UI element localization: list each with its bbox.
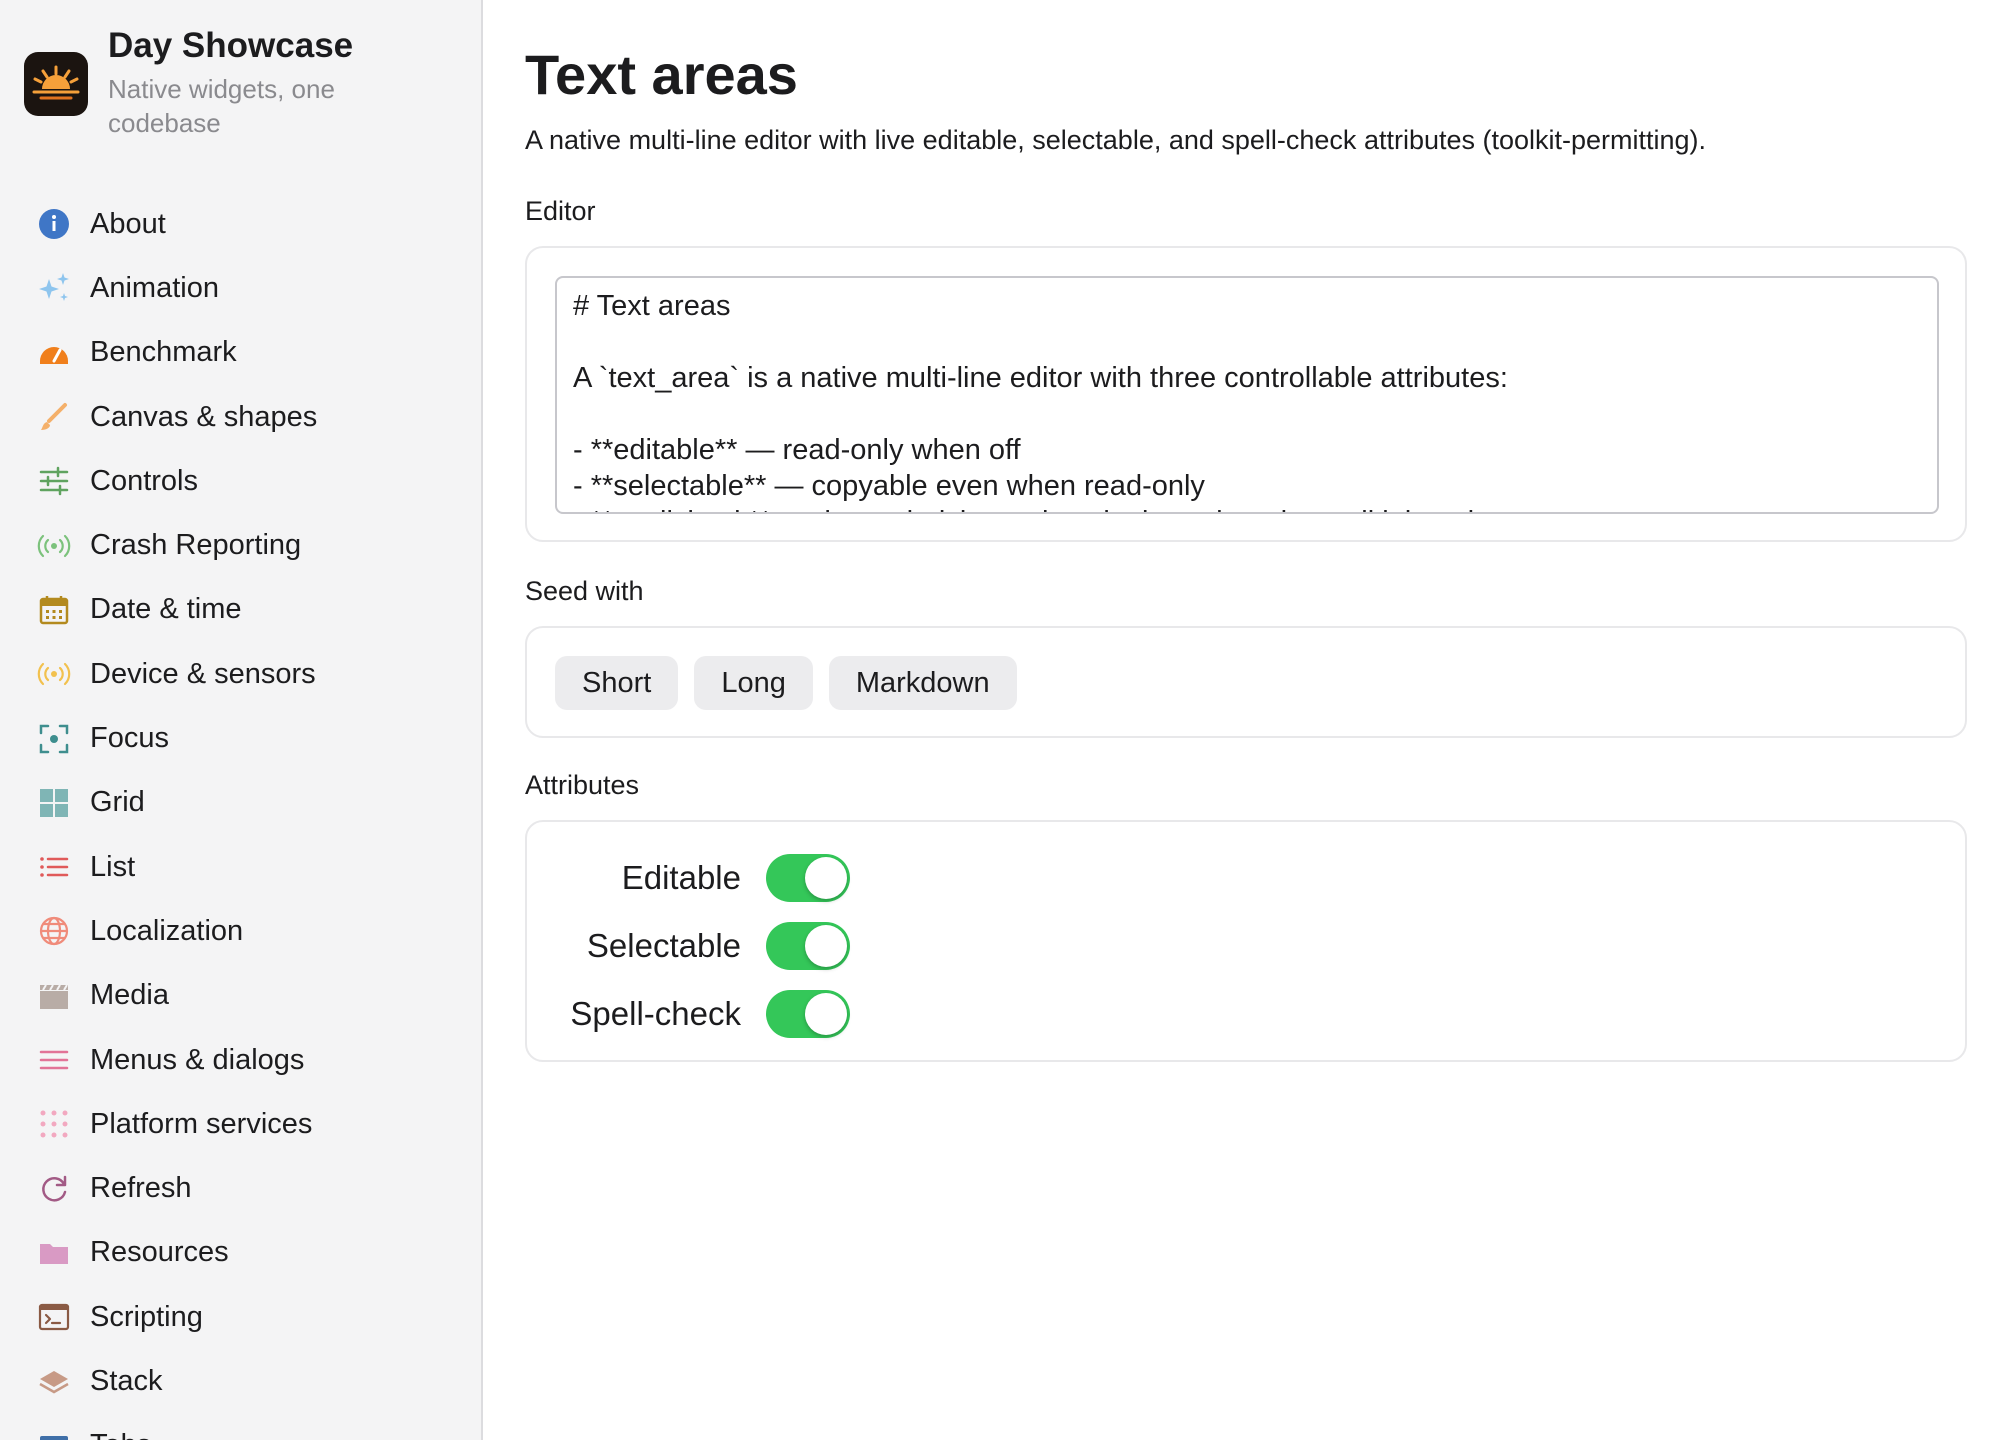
- sidebar-item-localization[interactable]: Localization: [0, 899, 481, 963]
- editor-section-label: Editor: [525, 196, 596, 226]
- seed-markdown-button[interactable]: Markdown: [828, 656, 1017, 710]
- sidebar-item-refresh[interactable]: Refresh: [0, 1156, 481, 1220]
- seed-button-group: Short Long Markdown: [555, 656, 1017, 710]
- main-content: Text areas A native multi-line editor wi…: [483, 0, 2000, 1440]
- attribute-row-editable: Editable: [527, 844, 850, 912]
- stack-icon: [36, 1363, 72, 1399]
- sidebar-item-label: Refresh: [90, 1172, 192, 1205]
- sidebar-item-grid[interactable]: Grid: [0, 771, 481, 835]
- attribute-row-spell-check: Spell-check: [527, 980, 850, 1048]
- grid-icon: [36, 785, 72, 821]
- focus-icon: [36, 721, 72, 757]
- sliders-icon: [36, 463, 72, 499]
- sidebar-item-label: Menus & dialogs: [90, 1043, 305, 1076]
- seed-card: Short Long Markdown: [525, 626, 1967, 738]
- sidebar-item-crash-reporting[interactable]: Crash Reporting: [0, 513, 481, 577]
- spell-check-toggle[interactable]: [766, 990, 850, 1038]
- sidebar-item-label: Date & time: [90, 593, 242, 626]
- broadcast-icon: [36, 656, 72, 692]
- selectable-label: Selectable: [586, 927, 741, 964]
- dots-grid-icon: [36, 1106, 72, 1142]
- list-icon: [36, 849, 72, 885]
- seed-long-button[interactable]: Long: [694, 656, 813, 710]
- sidebar-item-label: Tabs: [90, 1429, 151, 1440]
- sidebar-item-stack[interactable]: Stack: [0, 1349, 481, 1413]
- refresh-icon: [36, 1171, 72, 1207]
- sidebar-item-label: Scripting: [90, 1300, 203, 1333]
- seed-section-label: Seed with: [525, 576, 644, 606]
- editor-card: # Text areas A `text_area` is a native m…: [525, 246, 1967, 542]
- editable-toggle[interactable]: [766, 854, 850, 902]
- sidebar-item-focus[interactable]: Focus: [0, 706, 481, 770]
- sidebar: Day Showcase Native widgets, one codebas…: [0, 0, 483, 1440]
- sunrise-icon: [24, 52, 88, 116]
- sidebar-item-label: Media: [90, 979, 169, 1012]
- sidebar-item-label: Grid: [90, 786, 145, 819]
- seed-short-button[interactable]: Short: [555, 656, 679, 710]
- sidebar-item-menus-dialogs[interactable]: Menus & dialogs: [0, 1028, 481, 1092]
- app-brand: Day Showcase Native widgets, one codebas…: [24, 24, 408, 140]
- toggle-knob: [805, 925, 847, 967]
- page-description: A native multi-line editor with live edi…: [525, 125, 1707, 155]
- app-title: Day Showcase: [108, 26, 354, 65]
- sidebar-item-label: Crash Reporting: [90, 529, 302, 562]
- terminal-icon: [36, 1299, 72, 1335]
- sidebar-item-label: Controls: [90, 464, 198, 497]
- attributes-card: Editable Selectable Spell-check: [525, 820, 1967, 1062]
- gauge-icon: [36, 335, 72, 371]
- toggle-knob: [805, 993, 847, 1035]
- sidebar-item-animation[interactable]: Animation: [0, 256, 481, 320]
- text-area-editor[interactable]: # Text areas A `text_area` is a native m…: [555, 276, 1939, 514]
- sidebar-item-tabs[interactable]: Tabs: [0, 1414, 481, 1440]
- sidebar-item-label: Animation: [90, 271, 219, 304]
- clapper-icon: [36, 978, 72, 1014]
- folder-icon: [36, 1235, 72, 1271]
- sidebar-item-controls[interactable]: Controls: [0, 449, 481, 513]
- sidebar-item-media[interactable]: Media: [0, 964, 481, 1028]
- spell-check-label: Spell-check: [570, 995, 741, 1032]
- globe-icon: [36, 913, 72, 949]
- sidebar-item-scripting[interactable]: Scripting: [0, 1285, 481, 1349]
- menu-icon: [36, 1042, 72, 1078]
- sidebar-item-label: Platform services: [90, 1107, 313, 1140]
- sidebar-item-label: Benchmark: [90, 336, 237, 369]
- sidebar-item-label: Stack: [90, 1364, 163, 1397]
- sparkles-icon: [36, 270, 72, 306]
- sidebar-item-date-time[interactable]: Date & time: [0, 578, 481, 642]
- sidebar-item-list[interactable]: List: [0, 835, 481, 899]
- attribute-row-selectable: Selectable: [527, 912, 850, 980]
- broadcast-icon: [36, 528, 72, 564]
- selectable-toggle[interactable]: [766, 922, 850, 970]
- calendar-icon: [36, 592, 72, 628]
- sidebar-item-label: Canvas & shapes: [90, 400, 318, 433]
- attributes-section-label: Attributes: [525, 770, 640, 800]
- sidebar-item-benchmark[interactable]: Benchmark: [0, 321, 481, 385]
- sidebar-item-about[interactable]: About: [0, 192, 481, 256]
- page-title: Text areas: [525, 43, 798, 106]
- sidebar-item-platform-services[interactable]: Platform services: [0, 1092, 481, 1156]
- info-icon: [36, 206, 72, 242]
- sidebar-item-label: Localization: [90, 914, 244, 947]
- sidebar-item-label: Focus: [90, 722, 169, 755]
- editable-label: Editable: [621, 859, 741, 896]
- sidebar-item-device-sensors[interactable]: Device & sensors: [0, 642, 481, 706]
- app-subtitle: Native widgets, one codebase: [108, 74, 335, 138]
- sidebar-item-resources[interactable]: Resources: [0, 1221, 481, 1285]
- sidebar-item-label: Device & sensors: [90, 657, 316, 690]
- sidebar-item-label: List: [90, 850, 136, 883]
- sidebar-item-canvas-shapes[interactable]: Canvas & shapes: [0, 385, 481, 449]
- sidebar-item-label: Resources: [90, 1236, 229, 1269]
- tabs-icon: [36, 1428, 72, 1440]
- app-window: Day Showcase Native widgets, one codebas…: [0, 0, 2000, 1440]
- sidebar-nav: About Animation Benchmark Canvas & shape…: [0, 192, 481, 1440]
- sidebar-item-label: About: [90, 207, 166, 240]
- toggle-knob: [805, 857, 847, 899]
- brush-icon: [36, 399, 72, 435]
